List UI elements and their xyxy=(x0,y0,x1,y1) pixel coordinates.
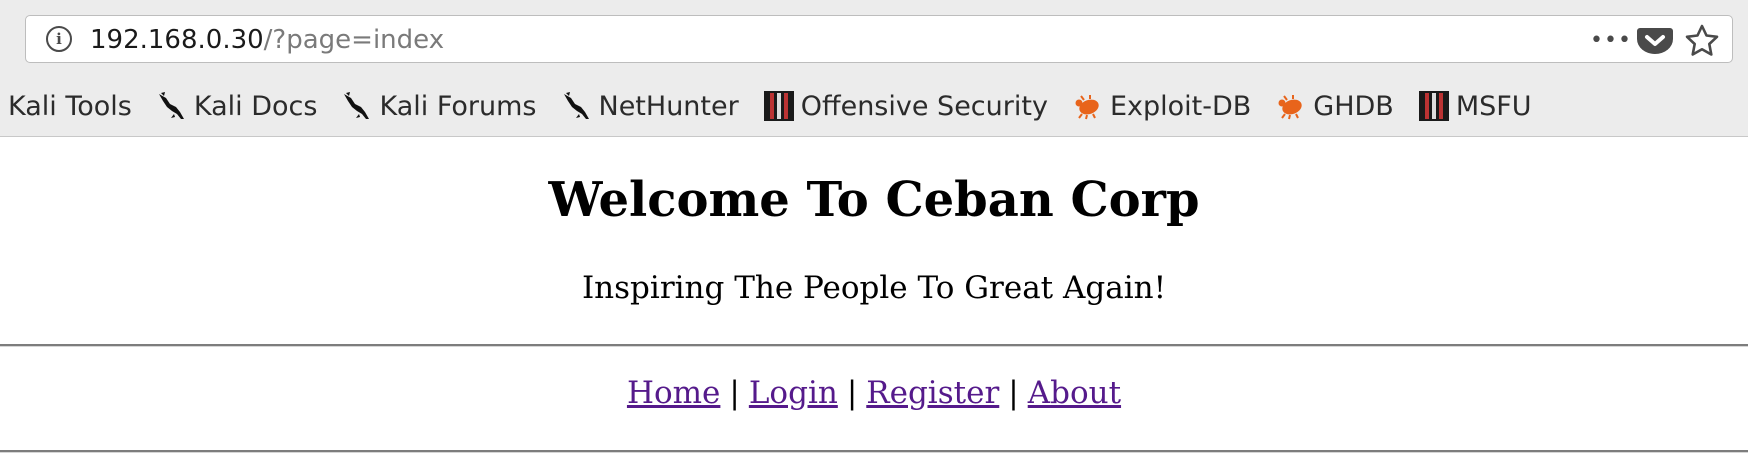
kali-dragon-icon xyxy=(156,90,188,122)
pocket-icon[interactable] xyxy=(1630,23,1680,57)
bookmark-label: Offensive Security xyxy=(800,90,1048,122)
bookmark-kali-tools[interactable]: Kali Tools xyxy=(8,91,132,122)
bookmark-label: MSFU xyxy=(1455,90,1532,122)
bookmark-msfu[interactable]: MSFU xyxy=(1418,90,1532,122)
divider-bottom xyxy=(0,450,1748,453)
nav-separator: | xyxy=(1008,375,1019,411)
bookmark-label: NetHunter xyxy=(598,90,739,122)
offsec-icon xyxy=(763,90,795,122)
bookmark-exploit-db[interactable]: Exploit-DB xyxy=(1072,90,1251,122)
nav-separator: | xyxy=(729,375,740,411)
nav-link-about[interactable]: About xyxy=(1028,375,1121,411)
bookmark-star-icon[interactable] xyxy=(1680,23,1724,57)
kali-dragon-icon xyxy=(561,90,593,122)
info-icon[interactable]: i xyxy=(46,26,72,52)
nav-link-register[interactable]: Register xyxy=(866,375,999,411)
bookmarks-toolbar: Kali Tools Kali Docs Kali Forums NetHunt… xyxy=(0,83,1748,129)
page-title: Welcome To Ceban Corp xyxy=(548,172,1200,228)
more-actions-icon[interactable]: ••• xyxy=(1590,28,1631,53)
divider-top xyxy=(0,344,1748,347)
bookmark-kali-docs[interactable]: Kali Docs xyxy=(156,90,318,122)
bookmark-kali-forums[interactable]: Kali Forums xyxy=(341,90,537,122)
bookmark-nethunter[interactable]: NetHunter xyxy=(561,90,739,122)
url-bar[interactable]: i 192.168.0.30/?page=index ••• xyxy=(25,15,1733,63)
url-path: /?page=index xyxy=(263,25,445,55)
url-host: 192.168.0.30 xyxy=(90,25,264,55)
exploitdb-bug-icon xyxy=(1072,90,1104,122)
bookmark-label: GHDB xyxy=(1313,90,1394,122)
nav-link-home[interactable]: Home xyxy=(627,375,720,411)
tagline: Inspiring The People To Great Again! xyxy=(581,270,1167,306)
bookmark-label: Kali Forums xyxy=(379,90,537,122)
nav-link-login[interactable]: Login xyxy=(749,375,838,411)
bookmark-ghdb[interactable]: GHDB xyxy=(1275,90,1394,122)
nav-separator: | xyxy=(846,375,858,411)
bookmark-label: Kali Tools xyxy=(8,90,132,122)
site-nav: Home | Login | Register | About xyxy=(0,373,1748,413)
exploitdb-bug-icon xyxy=(1275,90,1307,122)
bookmark-label: Exploit-DB xyxy=(1109,90,1252,122)
url-actions: ••• xyxy=(1590,23,1724,57)
url-text[interactable]: 192.168.0.30/?page=index xyxy=(90,25,444,55)
browser-toolbar: i 192.168.0.30/?page=index ••• Kali Tool… xyxy=(0,0,1748,137)
kali-dragon-icon xyxy=(341,90,373,122)
bookmark-label: Kali Docs xyxy=(193,90,318,122)
bookmark-offensive-security[interactable]: Offensive Security xyxy=(763,90,1048,122)
offsec-icon xyxy=(1418,90,1450,122)
